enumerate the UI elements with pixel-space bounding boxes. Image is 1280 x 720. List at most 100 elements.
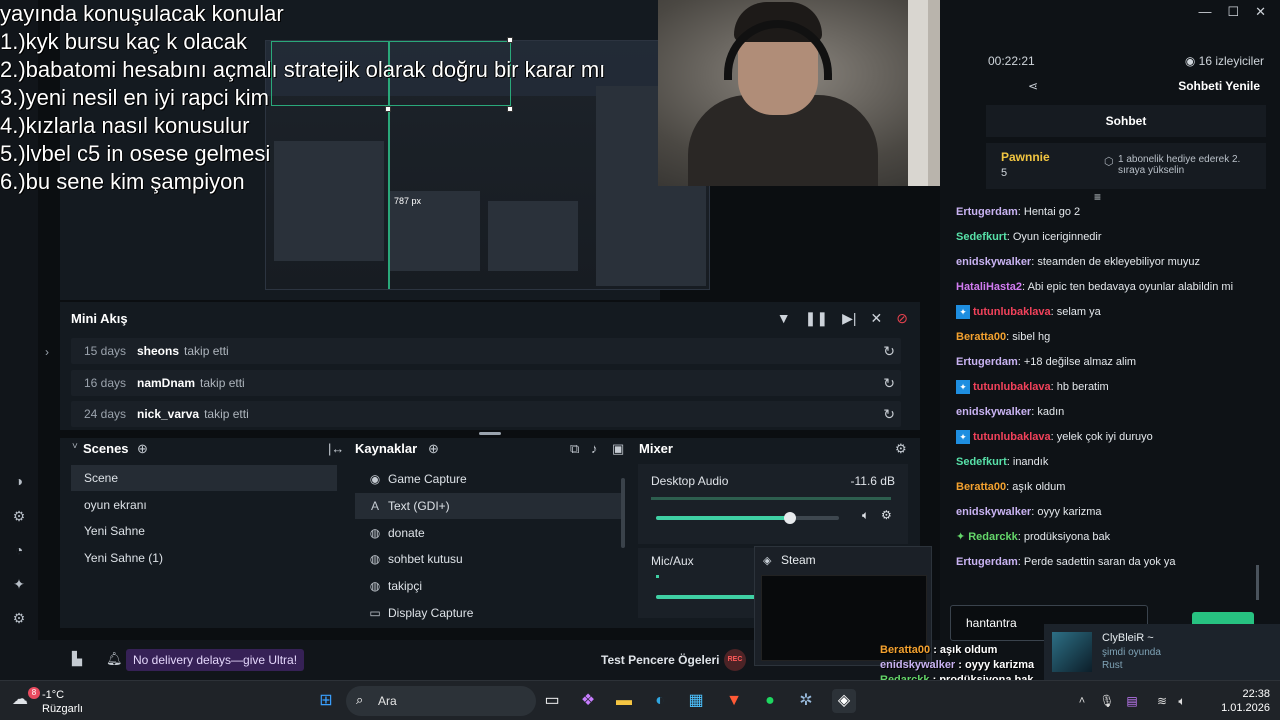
resize-grip[interactable] [479, 432, 501, 435]
windows-start-icon[interactable]: ⊞ [314, 689, 338, 713]
pause-icon[interactable]: ❚❚ [805, 310, 828, 327]
source-label: sohbet kutusu [388, 552, 463, 566]
chat-username[interactable]: Beratta00 [956, 481, 1006, 493]
chat-text: yelek çok iyi duruyo [1056, 431, 1153, 443]
chat-text: inandık [1012, 456, 1049, 468]
share-icon[interactable]: ⋖ [1028, 79, 1038, 93]
skip-icon[interactable]: ▶| [842, 310, 856, 327]
replay-icon[interactable]: ↻ [883, 343, 895, 360]
chat-username[interactable]: Sedefkurt [956, 456, 1007, 468]
mini-feed-panel: Mini Akış ▼ ❚❚ ▶| ✕ ⊘ 15 days sheons tak… [60, 302, 920, 430]
weather-icon: ☁︎ [12, 691, 28, 708]
scene-item[interactable]: Yeni Sahne (1) [71, 545, 337, 571]
overlay-chat-text: aşık oldum [939, 644, 998, 656]
gamepad-icon: ◉ [369, 472, 381, 486]
scene-item[interactable]: oyun ekranı [71, 492, 337, 518]
volume-icon[interactable]: 🔈︎ [1170, 689, 1194, 713]
steam-preview-title: Steam [781, 553, 816, 567]
chat-username[interactable]: enidskywalker [956, 256, 1031, 268]
clock[interactable]: 22:38 1.01.2026 [1221, 687, 1270, 715]
replay-icon[interactable]: ↻ [883, 406, 895, 423]
expand-chevron-icon[interactable]: › [45, 345, 49, 359]
source-game-capture[interactable]: ◉ Game Capture [355, 466, 621, 492]
steam-taskbar-icon[interactable]: ◈ [832, 689, 856, 713]
chat-username[interactable]: Sedefkurt [956, 231, 1007, 243]
chat-username[interactable]: HataliHasta2 [956, 281, 1022, 293]
steam-friend-notification[interactable]: ClyBleiR ~ şimdi oyunda Rust [1044, 624, 1280, 680]
chat-username[interactable]: tutunlubaklava [973, 381, 1051, 393]
record-button[interactable]: REC [724, 649, 746, 671]
volume-slider-knob[interactable] [784, 512, 796, 524]
apps-icon[interactable]: ◔ [10, 541, 28, 559]
minimize-icon[interactable]: — [1198, 4, 1211, 20]
scene-transition-icon[interactable]: |↔ [328, 441, 344, 456]
add-source-icon[interactable]: ⊕ [428, 441, 439, 457]
taskbar-search[interactable]: ⌕ Ara [346, 686, 536, 716]
collapse-icon[interactable]: ˅ [72, 441, 78, 452]
source-folder-icon[interactable]: ▣ [612, 441, 624, 457]
feed-action: takip etti [200, 376, 245, 390]
source-text[interactable]: A Text (GDI+) [355, 493, 621, 519]
scrollbar[interactable] [621, 478, 625, 548]
mic-icon[interactable]: 🎙︎ [1095, 689, 1119, 713]
bell-icon[interactable]: 🔔︎ [106, 651, 123, 667]
alert-off-icon[interactable]: ⊘ [896, 310, 908, 327]
speaker-icon[interactable]: 🔈︎ [862, 508, 869, 523]
spotify-icon[interactable]: ● [758, 689, 782, 713]
mute-icon[interactable]: ✕ [871, 310, 883, 327]
source-chatbox[interactable]: ◍ sohbet kutusu [355, 546, 621, 572]
test-widgets-label[interactable]: Test Pencere Ögeleri [601, 653, 720, 667]
eye-icon: ◉ [1184, 54, 1199, 68]
brave-icon[interactable]: ▼ [722, 689, 746, 713]
sub-badge-icon: ✦ [956, 380, 970, 395]
store-icon[interactable]: ▦ [684, 689, 708, 713]
source-follower[interactable]: ◍ takipçi [355, 573, 621, 599]
sparkle-icon[interactable]: ✦ [10, 575, 28, 593]
widgets-icon[interactable]: ⚙ [10, 507, 28, 525]
close-icon[interactable]: ✕ [1255, 4, 1266, 20]
search-icon: ⌕ [356, 692, 364, 707]
chat-tab[interactable]: Sohbet [986, 105, 1266, 137]
scene-item[interactable]: Scene [71, 465, 337, 491]
add-scene-icon[interactable]: ⊕ [137, 441, 148, 457]
chat-username[interactable]: Beratta00 [956, 331, 1006, 343]
filter-icon[interactable]: ▼ [777, 310, 791, 327]
chat-username[interactable]: enidskywalker [956, 406, 1031, 418]
app-icon[interactable]: ✲ [794, 689, 818, 713]
tray-app-icon[interactable]: ▤ [1120, 689, 1144, 713]
settings-icon[interactable]: ⚙ [10, 609, 28, 627]
mixer-settings-icon[interactable]: ⚙ [895, 441, 907, 457]
chat-username[interactable]: tutunlubaklava [973, 306, 1051, 318]
tray-chevron-icon[interactable]: ˄ [1070, 689, 1094, 713]
source-donate[interactable]: ◍ donate [355, 520, 621, 546]
ultra-promo-button[interactable]: No delivery delays—give Ultra! [126, 649, 305, 671]
source-layout-icon[interactable]: ⧉ [570, 441, 579, 457]
expand-pinned-icon[interactable]: ≡ [1094, 190, 1101, 204]
copilot-icon[interactable]: ❖ [576, 689, 600, 713]
chat-username[interactable]: tutunlubaklava [973, 431, 1051, 443]
edge-icon[interactable]: ◐ [648, 689, 672, 713]
refresh-chat-button[interactable]: Sohbeti Yenile [1178, 79, 1260, 93]
stats-icon[interactable]: ▙ [72, 651, 82, 667]
source-audio-icon[interactable]: ♪ [591, 441, 598, 456]
mic-volume-slider[interactable] [656, 595, 756, 599]
file-explorer-icon[interactable]: ▬ [612, 689, 636, 713]
task-view-icon[interactable]: ▭ [540, 689, 564, 713]
replay-icon[interactable]: ↻ [883, 375, 895, 392]
chat-username[interactable]: Ertugerdam [956, 556, 1018, 568]
stream-timer: 00:22:21 [988, 54, 1035, 68]
topic-item: 3.)yeni nesil en iyi rapci kim [0, 85, 269, 110]
themes-icon[interactable]: ◑ [10, 472, 28, 490]
chat-username[interactable]: Ertugerdam [956, 206, 1018, 218]
maximize-icon[interactable]: ☐ [1227, 4, 1239, 20]
chat-message: HataliHasta2: Abi epic ten bedavaya oyun… [956, 281, 1234, 293]
volume-slider[interactable] [656, 512, 839, 524]
source-display-capture[interactable]: ▭ Display Capture [355, 600, 621, 626]
audio-settings-icon[interactable]: ⚙ [881, 508, 892, 522]
chat-username[interactable]: enidskywalker [956, 506, 1031, 518]
gift-badge-icon: ✦ [956, 531, 966, 543]
chat-scrollbar[interactable] [1256, 565, 1259, 600]
chat-username[interactable]: Redarckk [968, 531, 1018, 543]
chat-username[interactable]: Ertugerdam [956, 356, 1018, 368]
scene-item[interactable]: Yeni Sahne [71, 518, 337, 544]
